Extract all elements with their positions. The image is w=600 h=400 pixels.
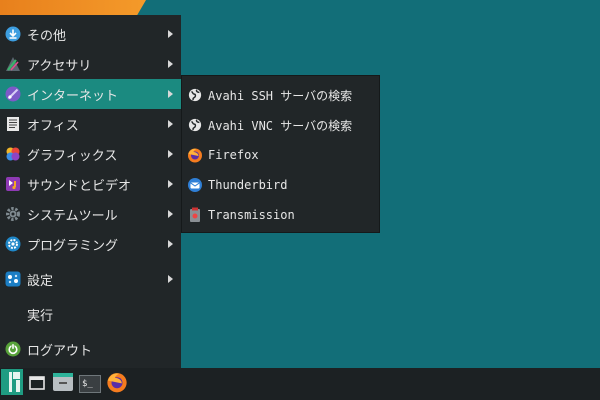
file-manager-button[interactable] <box>51 372 75 396</box>
document-icon <box>5 116 21 132</box>
menu-item-label: アクセサリ <box>27 58 92 74</box>
submenu-item-firefox[interactable]: Firefox <box>182 140 379 170</box>
menu-item-internet[interactable]: インターネット <box>0 79 181 109</box>
show-desktop-icon <box>29 375 45 394</box>
graphics-icon <box>5 146 21 162</box>
logout-icon <box>5 341 21 357</box>
menu-item-office[interactable]: オフィス <box>0 109 181 139</box>
submenu-arrow-icon <box>168 210 173 218</box>
globe-icon <box>187 117 203 133</box>
menu-item-label: システムツール <box>27 208 118 224</box>
menu-item-label: その他 <box>27 28 67 44</box>
accessories-icon <box>5 56 21 72</box>
terminal-icon: $_ <box>79 375 101 393</box>
menu-item-label: プログラミング <box>27 238 119 254</box>
menu-item-accessories[interactable]: アクセサリ <box>0 49 181 79</box>
submenu-item-avahi-vnc[interactable]: Avahi VNC サーバの検索 <box>182 110 379 140</box>
multimedia-icon <box>5 176 21 192</box>
submenu-arrow-icon <box>168 275 173 283</box>
submenu-arrow-icon <box>168 60 173 68</box>
thunderbird-icon <box>187 177 203 193</box>
menu-item-logout[interactable]: ログアウト <box>0 334 181 364</box>
application-menu: その他 アクセサリ インターネット オフィス グラフィックス サウンドとビデオ … <box>0 15 181 368</box>
menu-item-settings[interactable]: 設定 <box>0 264 181 294</box>
submenu-arrow-icon <box>168 30 173 38</box>
internet-icon <box>5 86 21 102</box>
submenu-item-label: Transmission <box>208 208 295 222</box>
run-blank-icon <box>5 306 21 322</box>
submenu-arrow-icon <box>168 90 173 98</box>
terminal-button[interactable]: $_ <box>78 372 102 396</box>
submenu-item-transmission[interactable]: Transmission <box>182 200 379 230</box>
menu-item-run[interactable]: 実行 <box>0 299 181 329</box>
menu-item-label: グラフィックス <box>27 148 118 164</box>
taskbar: $_ <box>0 368 600 400</box>
submenu-arrow-icon <box>168 180 173 188</box>
globe-icon <box>187 87 203 103</box>
system-gear-icon <box>5 206 21 222</box>
settings-icon <box>5 271 21 287</box>
terminal-prompt-text: $_ <box>82 379 93 389</box>
menu-item-label: インターネット <box>27 88 119 104</box>
transmission-icon <box>187 207 203 223</box>
menu-item-label: サウンドとビデオ <box>27 178 132 194</box>
menu-item-label: オフィス <box>27 118 79 134</box>
download-icon <box>5 26 21 42</box>
submenu-arrow-icon <box>168 240 173 248</box>
menu-item-label: ログアウト <box>27 343 93 359</box>
menu-item-label: 設定 <box>27 273 54 289</box>
firefox-icon <box>106 371 128 397</box>
show-desktop-button[interactable] <box>25 372 49 396</box>
manjaro-menu-icon <box>1 369 23 399</box>
menu-item-programming[interactable]: プログラミング <box>0 229 181 259</box>
submenu-item-label: Firefox <box>208 148 259 162</box>
submenu-item-avahi-ssh[interactable]: Avahi SSH サーバの検索 <box>182 80 379 110</box>
submenu-arrow-icon <box>168 120 173 128</box>
firefox-icon <box>187 147 203 163</box>
submenu-item-label: Avahi VNC サーバの検索 <box>208 118 353 133</box>
menu-item-graphics[interactable]: グラフィックス <box>0 139 181 169</box>
submenu-item-label: Avahi SSH サーバの検索 <box>208 88 353 103</box>
wallpaper-accent <box>0 0 146 15</box>
submenu-arrow-icon <box>168 150 173 158</box>
programming-gear-icon <box>5 236 21 252</box>
internet-submenu: Avahi SSH サーバの検索 Avahi VNC サーバの検索 Firefo… <box>181 75 380 233</box>
submenu-item-thunderbird[interactable]: Thunderbird <box>182 170 379 200</box>
menu-item-sound-video[interactable]: サウンドとビデオ <box>0 169 181 199</box>
menu-item-system-tools[interactable]: システムツール <box>0 199 181 229</box>
menu-item-label: 実行 <box>27 308 54 324</box>
submenu-item-label: Thunderbird <box>208 178 288 192</box>
menu-item-other[interactable]: その他 <box>0 19 181 49</box>
file-manager-icon <box>52 372 74 396</box>
manjaro-menu-button[interactable] <box>0 369 24 399</box>
firefox-taskbar-button[interactable] <box>105 372 129 396</box>
